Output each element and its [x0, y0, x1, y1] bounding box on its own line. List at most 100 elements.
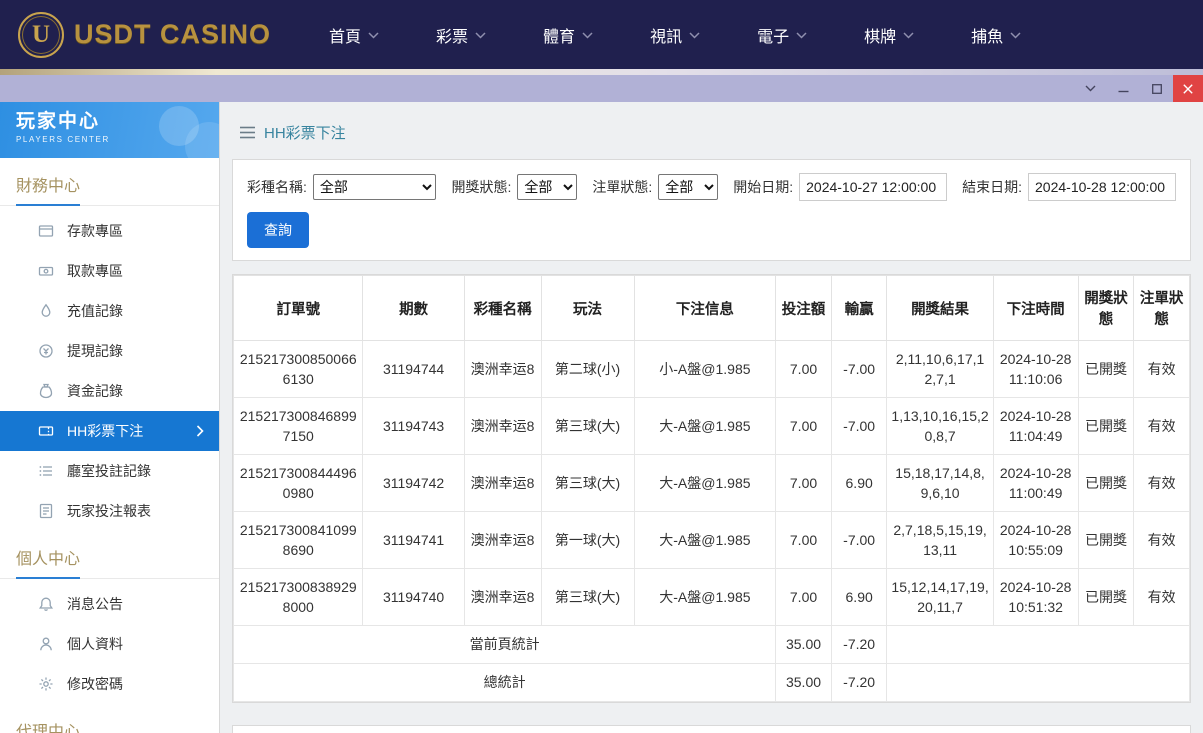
table-cell: 2024-10-28 10:55:09: [993, 512, 1078, 569]
sidebar-header: 玩家中心 PLAYERS CENTER: [0, 102, 219, 158]
window-close-button[interactable]: [1173, 75, 1203, 102]
sidebar-item-report[interactable]: 玩家投注報表: [0, 491, 219, 531]
nav-item-label: 電子: [757, 23, 789, 47]
logo-icon: U: [18, 12, 64, 58]
sidebar-item-label: 取款專區: [67, 261, 123, 281]
filter-row: 彩種名稱: 全部 開獎狀態: 全部 注單狀態: 全部 開始日期: 結束日期:: [247, 173, 1176, 201]
table-cell: 大-A盤@1.985: [634, 569, 776, 626]
table-cell: 2024-10-28 11:04:49: [993, 398, 1078, 455]
window-dropdown-button[interactable]: [1074, 75, 1107, 102]
table-cell: -7.00: [831, 512, 887, 569]
table-cell: 已開獎: [1078, 569, 1134, 626]
table-cell: 2152173008500666130: [234, 341, 363, 398]
nav-item-1[interactable]: 首頁: [329, 23, 379, 47]
filter-panel: 彩種名稱: 全部 開獎狀態: 全部 注單狀態: 全部 開始日期: 結束日期: 查…: [232, 159, 1191, 261]
sidebar-item-cashout[interactable]: 提現記錄: [0, 331, 219, 371]
table-cell: 澳洲幸运8: [464, 341, 541, 398]
table-cell: 大-A盤@1.985: [634, 512, 776, 569]
table-cell: 2024-10-28 11:00:49: [993, 455, 1078, 512]
chevron-down-icon: [796, 31, 807, 39]
logo[interactable]: U USDT CASINO: [18, 12, 271, 58]
search-button[interactable]: 查詢: [247, 212, 309, 248]
end-date-label: 結束日期:: [962, 177, 1022, 197]
table-cell: 31194742: [363, 455, 464, 512]
nav-item-3[interactable]: 體育: [543, 23, 593, 47]
table-cell: 7.00: [776, 569, 832, 626]
nav-item-label: 體育: [543, 23, 575, 47]
table-cell: 6.90: [831, 455, 887, 512]
content-layout: 玩家中心 PLAYERS CENTER 財務中心存款專區取款專區充值記錄提現記錄…: [0, 102, 1203, 733]
column-header: 訂單號: [234, 276, 363, 341]
sidebar-item-lottery[interactable]: HH彩票下注: [0, 411, 219, 451]
start-date-label: 開始日期:: [733, 177, 793, 197]
table-cell: 大-A盤@1.985: [634, 398, 776, 455]
sidebar-item-label: 資金記錄: [67, 381, 123, 401]
table-cell: 2152173008389298000: [234, 569, 363, 626]
nav-item-label: 棋牌: [864, 23, 896, 47]
table-cell: 31194740: [363, 569, 464, 626]
sidebar-item-bell[interactable]: 消息公告: [0, 584, 219, 624]
sidebar-item-label: 修改密碼: [67, 674, 123, 694]
lottery-name-select[interactable]: 全部: [313, 174, 437, 200]
column-header: 玩法: [541, 276, 634, 341]
column-header: 彩種名稱: [464, 276, 541, 341]
draw-status-select[interactable]: 全部: [517, 174, 577, 200]
lottery-icon: [38, 423, 54, 439]
summary-empty: [887, 664, 1190, 702]
sidebar-item-gear[interactable]: 修改密碼: [0, 664, 219, 704]
user-icon: [38, 636, 54, 652]
menu-icon[interactable]: [240, 126, 255, 139]
logo-letter: U: [32, 21, 50, 49]
chevron-right-icon: [195, 423, 205, 439]
total-summary-row: 總統計35.00-7.20: [234, 664, 1190, 702]
table-cell: 澳洲幸运8: [464, 455, 541, 512]
nav-item-label: 彩票: [436, 23, 468, 47]
table-cell: 2,11,10,6,17,12,7,1: [887, 341, 993, 398]
table-cell: 2024-10-28 11:10:06: [993, 341, 1078, 398]
nav-item-6[interactable]: 棋牌: [864, 23, 914, 47]
nav-item-5[interactable]: 電子: [757, 23, 807, 47]
sidebar-section-label: 財務中心: [0, 158, 219, 206]
table-cell: 31194743: [363, 398, 464, 455]
sidebar-item-hall-record[interactable]: 廳室投註記錄: [0, 451, 219, 491]
start-date-input[interactable]: [799, 173, 947, 201]
sidebar: 玩家中心 PLAYERS CENTER 財務中心存款專區取款專區充值記錄提現記錄…: [0, 102, 220, 733]
sidebar-section-label: 代理中心: [0, 704, 219, 733]
window-maximize-button[interactable]: [1140, 75, 1173, 102]
order-status-select[interactable]: 全部: [658, 174, 718, 200]
top-nav-menu: 首頁 彩票 體育 視訊 電子 棋牌 捕魚: [329, 23, 1021, 47]
sidebar-item-user[interactable]: 個人資料: [0, 624, 219, 664]
table-cell: 6.90: [831, 569, 887, 626]
sidebar-item-withdraw[interactable]: 取款專區: [0, 251, 219, 291]
table-row: 215217300850066613031194744澳洲幸运8第二球(小)小-…: [234, 341, 1190, 398]
sidebar-item-label: 消息公告: [67, 594, 123, 614]
close-icon: [1183, 84, 1193, 94]
sidebar-item-deposit[interactable]: 存款專區: [0, 211, 219, 251]
table-cell: 15,12,14,17,19,20,11,7: [887, 569, 993, 626]
end-date-input[interactable]: [1028, 173, 1176, 201]
nav-item-4[interactable]: 視訊: [650, 23, 700, 47]
column-header: 開獎狀態: [1078, 276, 1134, 341]
table-cell: 第一球(大): [541, 512, 634, 569]
withdraw-icon: [38, 263, 54, 279]
table-cell: 第三球(大): [541, 455, 634, 512]
nav-item-2[interactable]: 彩票: [436, 23, 486, 47]
table-row: 215217300846899715031194743澳洲幸运8第三球(大)大-…: [234, 398, 1190, 455]
nav-item-7[interactable]: 捕魚: [971, 23, 1021, 47]
sidebar-item-label: 玩家投注報表: [67, 501, 151, 521]
main-content: HH彩票下注 彩種名稱: 全部 開獎狀態: 全部 注單狀態: 全部 開始日期: …: [220, 102, 1203, 733]
recharge-icon: [38, 303, 54, 319]
sidebar-item-recharge[interactable]: 充值記錄: [0, 291, 219, 331]
table-cell: 15,18,17,14,8,9,6,10: [887, 455, 993, 512]
window-minimize-button[interactable]: [1107, 75, 1140, 102]
chevron-down-icon: [689, 31, 700, 39]
table-cell: 有效: [1134, 569, 1190, 626]
sidebar-item-funds[interactable]: 資金記錄: [0, 371, 219, 411]
table-cell: 7.00: [776, 455, 832, 512]
column-header: 投注額: [776, 276, 832, 341]
table-row: 215217300838929800031194740澳洲幸运8第三球(大)大-…: [234, 569, 1190, 626]
summary-win-loss: -7.20: [831, 626, 887, 664]
table-cell: 小-A盤@1.985: [634, 341, 776, 398]
column-header: 下注信息: [634, 276, 776, 341]
table-row: 215217300841099869031194741澳洲幸运8第一球(大)大-…: [234, 512, 1190, 569]
